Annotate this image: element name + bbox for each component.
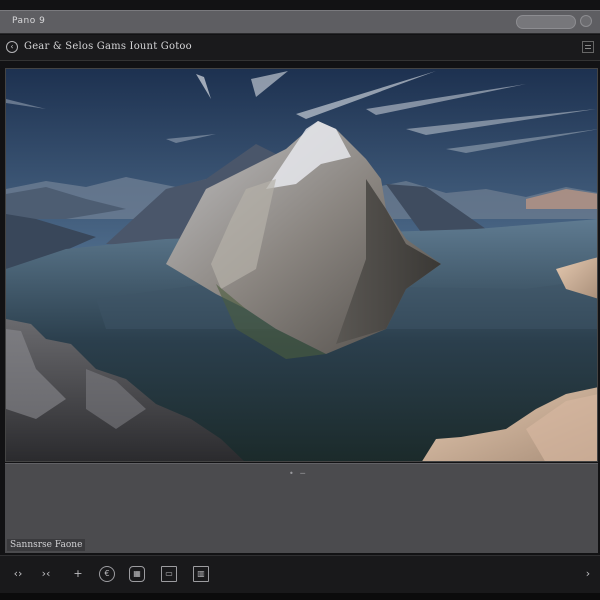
menu-icon[interactable] xyxy=(582,41,594,53)
status-strip xyxy=(0,593,600,600)
rotate-icon[interactable]: ‹› xyxy=(10,566,26,582)
bottom-toolbar: ‹› ›‹ + € ▦ ▭ ▥ › xyxy=(0,555,600,593)
landscape-photo xyxy=(6,69,597,461)
photo-icon[interactable]: ▦ xyxy=(129,566,145,582)
window-control-pill[interactable] xyxy=(516,15,576,29)
crop-icon[interactable]: ▭ xyxy=(161,566,177,582)
image-viewer[interactable] xyxy=(5,68,598,462)
window-close-icon[interactable] xyxy=(580,15,592,27)
info-panel: • ─ Sannsrse Faone xyxy=(5,463,598,553)
path-label: Gear & Selos Gams Iount Gotoo xyxy=(24,41,192,52)
path-toolbar: ‹ Gear & Selos Gams Iount Gotoo xyxy=(0,35,600,61)
chevron-right-icon[interactable]: › xyxy=(580,566,596,582)
window-controls xyxy=(516,15,592,29)
window-title: Pano 9 xyxy=(12,16,46,26)
info-icon[interactable]: € xyxy=(99,566,115,582)
back-circle-icon[interactable]: ‹ xyxy=(6,41,18,53)
grid-icon[interactable]: ▥ xyxy=(193,566,209,582)
compare-icon[interactable]: ›‹ xyxy=(38,566,54,582)
image-caption: Sannsrse Faone xyxy=(7,539,86,551)
app-window: Pano 9 ‹ Gear & Selos Gams Iount Gotoo •… xyxy=(0,0,600,600)
title-bar: Pano 9 xyxy=(0,10,600,34)
panel-resize-handle[interactable]: • ─ xyxy=(287,470,309,478)
add-icon[interactable]: + xyxy=(70,566,86,582)
